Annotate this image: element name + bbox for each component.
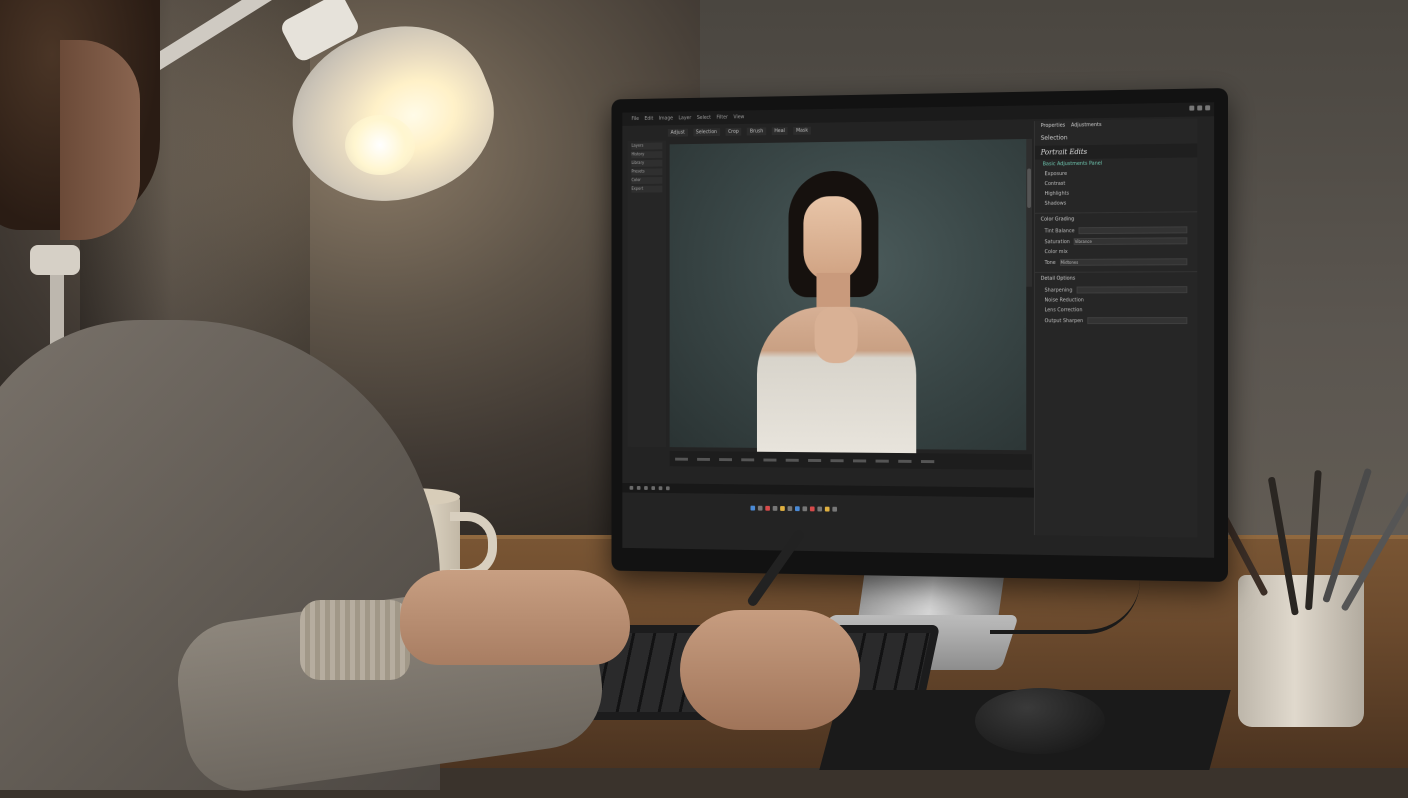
left-panel: Layers History Library Presets Color Exp…: [627, 140, 666, 448]
adjust-row-label: Shadows: [1044, 200, 1067, 207]
detail-row-label: Noise Reduction: [1044, 297, 1084, 304]
monitor: File Edit Image Layer Select Filter View…: [611, 88, 1228, 582]
person-right-hand: [680, 610, 860, 730]
filmstrip-tick[interactable]: [719, 457, 733, 461]
grading-row-label: Saturation: [1044, 238, 1070, 245]
close-icon[interactable]: [1205, 105, 1211, 111]
status-icon[interactable]: [665, 486, 670, 491]
menu-item-file[interactable]: File: [631, 116, 639, 122]
portrait-photo: [756, 170, 917, 454]
left-panel-item-color[interactable]: Color: [631, 177, 663, 185]
menu-item-filter[interactable]: Filter: [716, 115, 727, 121]
taskbar-app-icon[interactable]: [787, 505, 793, 511]
person-face: [60, 40, 140, 240]
detail-dropdown[interactable]: [1087, 317, 1188, 325]
detail-dropdown[interactable]: [1076, 286, 1188, 294]
taskbar-app-icon[interactable]: [802, 505, 808, 511]
filmstrip-tick[interactable]: [785, 458, 799, 462]
scrollbar-thumb[interactable]: [1027, 168, 1032, 208]
detail-row: Lens Correction: [1035, 305, 1197, 315]
status-icon[interactable]: [658, 486, 663, 491]
grading-dropdown[interactable]: Midtones: [1059, 258, 1188, 266]
tool-mask[interactable]: Mask: [793, 126, 811, 135]
adjust-row-label: Highlights: [1044, 190, 1069, 197]
status-bar: [622, 482, 1042, 498]
left-panel-item-history[interactable]: History: [631, 151, 663, 159]
monitor-screen: File Edit Image Layer Select Filter View…: [622, 102, 1215, 558]
filmstrip-tick[interactable]: [808, 458, 822, 462]
tool-crop[interactable]: Crop: [725, 127, 742, 136]
taskbar-app-icon[interactable]: [757, 505, 763, 511]
tab-adjustments[interactable]: Adjustments: [1071, 122, 1101, 128]
detail-row-label: Lens Correction: [1044, 307, 1083, 314]
taskbar-app-icon[interactable]: [772, 505, 778, 511]
adjust-row-shadows[interactable]: Shadows: [1035, 197, 1197, 209]
taskbar-app-icon[interactable]: [817, 506, 823, 511]
left-panel-item-library[interactable]: Library: [631, 159, 663, 167]
adjust-row-label: Exposure: [1044, 171, 1068, 178]
filmstrip-tick[interactable]: [675, 457, 688, 461]
left-panel-item-presets[interactable]: Presets: [631, 168, 663, 176]
taskbar-app-icon[interactable]: [832, 506, 838, 512]
maximize-icon[interactable]: [1197, 105, 1203, 111]
taskbar-app-icon[interactable]: [750, 505, 756, 511]
status-icon[interactable]: [629, 485, 634, 490]
filmstrip-tick[interactable]: [697, 457, 710, 461]
right-panel: Properties Adjustments Selection Portrai…: [1033, 118, 1198, 538]
left-panel-item-layers[interactable]: Layers: [631, 142, 663, 150]
filmstrip-tick[interactable]: [875, 459, 889, 463]
taskbar-app-icon[interactable]: [824, 506, 830, 512]
adjust-row-label: Contrast: [1044, 180, 1066, 188]
tool-selection[interactable]: Selection: [693, 128, 720, 137]
detail-row: Sharpening: [1035, 284, 1197, 295]
detail-row-label: Sharpening: [1044, 287, 1073, 294]
filmstrip-tick[interactable]: [920, 459, 935, 463]
grading-row-label: Tint Balance: [1044, 227, 1075, 234]
filmstrip-tick[interactable]: [898, 459, 912, 463]
menu-item-select[interactable]: Select: [697, 115, 711, 121]
taskbar-app-icon[interactable]: [795, 505, 800, 511]
minimize-icon[interactable]: [1189, 105, 1195, 111]
sweater-cuff: [300, 600, 410, 680]
tool-heal[interactable]: Heal: [771, 127, 788, 136]
detail-row: Output Sharpen: [1035, 315, 1197, 326]
detail-row: Noise Reduction: [1035, 295, 1197, 305]
grading-row: Tone Midtones: [1035, 256, 1197, 268]
menu-item-view[interactable]: View: [733, 114, 744, 120]
status-icon[interactable]: [651, 486, 656, 491]
portrait-face: [803, 195, 862, 282]
filmstrip-tick[interactable]: [741, 457, 755, 461]
tool-brush[interactable]: Brush: [747, 127, 767, 136]
menu-item-edit[interactable]: Edit: [644, 116, 653, 122]
taskbar-app-icon[interactable]: [780, 505, 785, 511]
detail-row-label: Output Sharpen: [1044, 317, 1084, 324]
image-canvas[interactable]: [669, 139, 1027, 454]
menu-item-layer[interactable]: Layer: [679, 115, 692, 121]
taskbar-app-icon[interactable]: [765, 505, 770, 511]
tool-adjust[interactable]: Adjust: [667, 128, 688, 137]
person-left-hand: [400, 570, 630, 665]
left-panel-item-export[interactable]: Export: [631, 185, 663, 193]
status-icon[interactable]: [644, 486, 648, 490]
computer-mouse: [975, 688, 1105, 754]
window-controls: [1189, 105, 1211, 111]
portrait-hand: [814, 306, 858, 364]
taskbar-app-icon[interactable]: [809, 505, 815, 511]
filmstrip-bar: [669, 450, 1033, 470]
section-detail-options[interactable]: Detail Options: [1034, 271, 1198, 285]
grading-row-label: Tone: [1044, 259, 1056, 266]
filmstrip-tick[interactable]: [763, 458, 777, 462]
lamp-joint: [30, 245, 80, 275]
grading-row-label: Color mix: [1044, 249, 1068, 256]
filmstrip-tick[interactable]: [830, 458, 844, 462]
tab-properties[interactable]: Properties: [1041, 123, 1065, 129]
canvas-scrollbar[interactable]: [1026, 138, 1033, 287]
filmstrip-tick[interactable]: [852, 458, 867, 462]
status-icon[interactable]: [636, 485, 641, 490]
lamp-bulb: [345, 115, 415, 175]
grading-dropdown[interactable]: Vibrance: [1073, 237, 1188, 246]
taskbar: [750, 504, 1033, 516]
menu-item-image[interactable]: Image: [659, 116, 673, 122]
grading-dropdown[interactable]: [1078, 226, 1188, 235]
